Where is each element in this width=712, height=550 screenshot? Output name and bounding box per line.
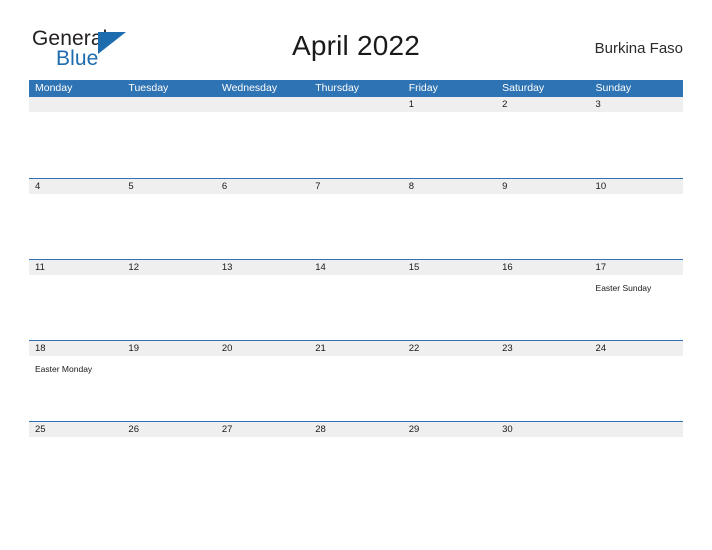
week-numbers: 25 26 27 28 29 30 — [29, 422, 683, 437]
calendar-page: General Blue April 2022 Burkina Faso Mon… — [0, 0, 712, 550]
day-cell[interactable] — [216, 437, 309, 503]
day-number[interactable]: 2 — [496, 97, 589, 112]
day-number[interactable]: 28 — [309, 422, 402, 437]
day-number[interactable]: 25 — [29, 422, 122, 437]
day-number[interactable]: 30 — [496, 422, 589, 437]
day-cell[interactable] — [590, 437, 683, 503]
day-number[interactable]: 7 — [309, 179, 402, 194]
day-cell[interactable] — [216, 275, 309, 341]
weekday-header-row: Monday Tuesday Wednesday Thursday Friday… — [29, 80, 683, 97]
day-cell[interactable] — [29, 194, 122, 260]
day-number[interactable] — [590, 422, 683, 437]
day-cell[interactable] — [496, 194, 589, 260]
day-number[interactable]: 13 — [216, 260, 309, 275]
day-cell[interactable] — [590, 356, 683, 422]
page-header: General Blue April 2022 Burkina Faso — [0, 0, 712, 80]
event-label: Easter Sunday — [595, 283, 652, 293]
day-number[interactable]: 3 — [590, 97, 683, 112]
day-cell[interactable] — [122, 112, 215, 178]
day-cell[interactable] — [29, 112, 122, 178]
day-cell[interactable] — [122, 356, 215, 422]
calendar-grid: Monday Tuesday Wednesday Thursday Friday… — [29, 80, 683, 502]
week-numbers: 18 19 20 21 22 23 24 — [29, 341, 683, 356]
day-number[interactable]: 23 — [496, 341, 589, 356]
week-row: 11 12 13 14 15 16 17 Easter Sunday — [29, 259, 683, 340]
day-number[interactable]: 14 — [309, 260, 402, 275]
day-cell[interactable] — [309, 275, 402, 341]
day-cell[interactable] — [403, 112, 496, 178]
day-number[interactable]: 19 — [122, 341, 215, 356]
week-events — [29, 112, 683, 178]
day-number[interactable]: 15 — [403, 260, 496, 275]
day-cell[interactable] — [122, 275, 215, 341]
day-cell[interactable] — [403, 437, 496, 503]
week-row: 25 26 27 28 29 30 — [29, 421, 683, 502]
day-number[interactable]: 5 — [122, 179, 215, 194]
day-cell[interactable] — [309, 112, 402, 178]
day-cell[interactable] — [122, 194, 215, 260]
day-number[interactable] — [309, 97, 402, 112]
day-cell[interactable] — [590, 194, 683, 260]
day-number[interactable]: 22 — [403, 341, 496, 356]
day-cell[interactable] — [403, 194, 496, 260]
day-cell[interactable] — [29, 275, 122, 341]
week-row: 1 2 3 — [29, 97, 683, 178]
day-cell[interactable] — [122, 437, 215, 503]
day-cell[interactable] — [496, 356, 589, 422]
weekday-header-tuesday: Tuesday — [128, 82, 169, 94]
day-cell[interactable]: Easter Sunday — [590, 275, 683, 341]
week-events: Easter Sunday — [29, 275, 683, 341]
day-number[interactable]: 12 — [122, 260, 215, 275]
day-cell[interactable] — [496, 437, 589, 503]
week-events: Easter Monday — [29, 356, 683, 422]
day-number[interactable]: 9 — [496, 179, 589, 194]
week-row: 4 5 6 7 8 9 10 — [29, 178, 683, 259]
day-number[interactable]: 1 — [403, 97, 496, 112]
week-events — [29, 437, 683, 503]
day-cell[interactable]: Easter Monday — [29, 356, 122, 422]
week-events — [29, 194, 683, 260]
weekday-header-wednesday: Wednesday — [221, 82, 278, 94]
day-number[interactable]: 27 — [216, 422, 309, 437]
day-number[interactable]: 6 — [216, 179, 309, 194]
day-cell[interactable] — [309, 356, 402, 422]
day-number[interactable] — [122, 97, 215, 112]
week-numbers: 11 12 13 14 15 16 17 — [29, 260, 683, 275]
day-cell[interactable] — [309, 437, 402, 503]
day-number[interactable] — [216, 97, 309, 112]
weekday-header-thursday: Thursday — [315, 82, 360, 94]
day-cell[interactable] — [216, 112, 309, 178]
day-number[interactable]: 18 — [29, 341, 122, 356]
day-cell[interactable] — [29, 437, 122, 503]
day-cell[interactable] — [309, 194, 402, 260]
day-number[interactable]: 21 — [309, 341, 402, 356]
day-number[interactable]: 10 — [590, 179, 683, 194]
location-label: Burkina Faso — [594, 40, 683, 57]
week-row: 18 19 20 21 22 23 24 Easter Monday — [29, 340, 683, 421]
day-number[interactable]: 17 — [590, 260, 683, 275]
day-number[interactable]: 4 — [29, 179, 122, 194]
week-numbers: 4 5 6 7 8 9 10 — [29, 179, 683, 194]
weekday-header-sunday: Sunday — [595, 82, 632, 94]
day-number[interactable] — [29, 97, 122, 112]
day-cell[interactable] — [403, 356, 496, 422]
day-cell[interactable] — [216, 356, 309, 422]
weekday-header-saturday: Saturday — [502, 82, 545, 94]
day-cell[interactable] — [403, 275, 496, 341]
day-cell[interactable] — [590, 112, 683, 178]
day-cell[interactable] — [496, 112, 589, 178]
weekday-header-monday: Monday — [35, 82, 73, 94]
day-number[interactable]: 8 — [403, 179, 496, 194]
day-number[interactable]: 26 — [122, 422, 215, 437]
day-cell[interactable] — [496, 275, 589, 341]
weekday-header-friday: Friday — [408, 82, 438, 94]
day-number[interactable]: 24 — [590, 341, 683, 356]
event-label: Easter Monday — [35, 364, 93, 374]
day-number[interactable]: 20 — [216, 341, 309, 356]
week-numbers: 1 2 3 — [29, 97, 683, 112]
day-cell[interactable] — [216, 194, 309, 260]
day-number[interactable]: 29 — [403, 422, 496, 437]
day-number[interactable]: 16 — [496, 260, 589, 275]
day-number[interactable]: 11 — [29, 260, 122, 275]
